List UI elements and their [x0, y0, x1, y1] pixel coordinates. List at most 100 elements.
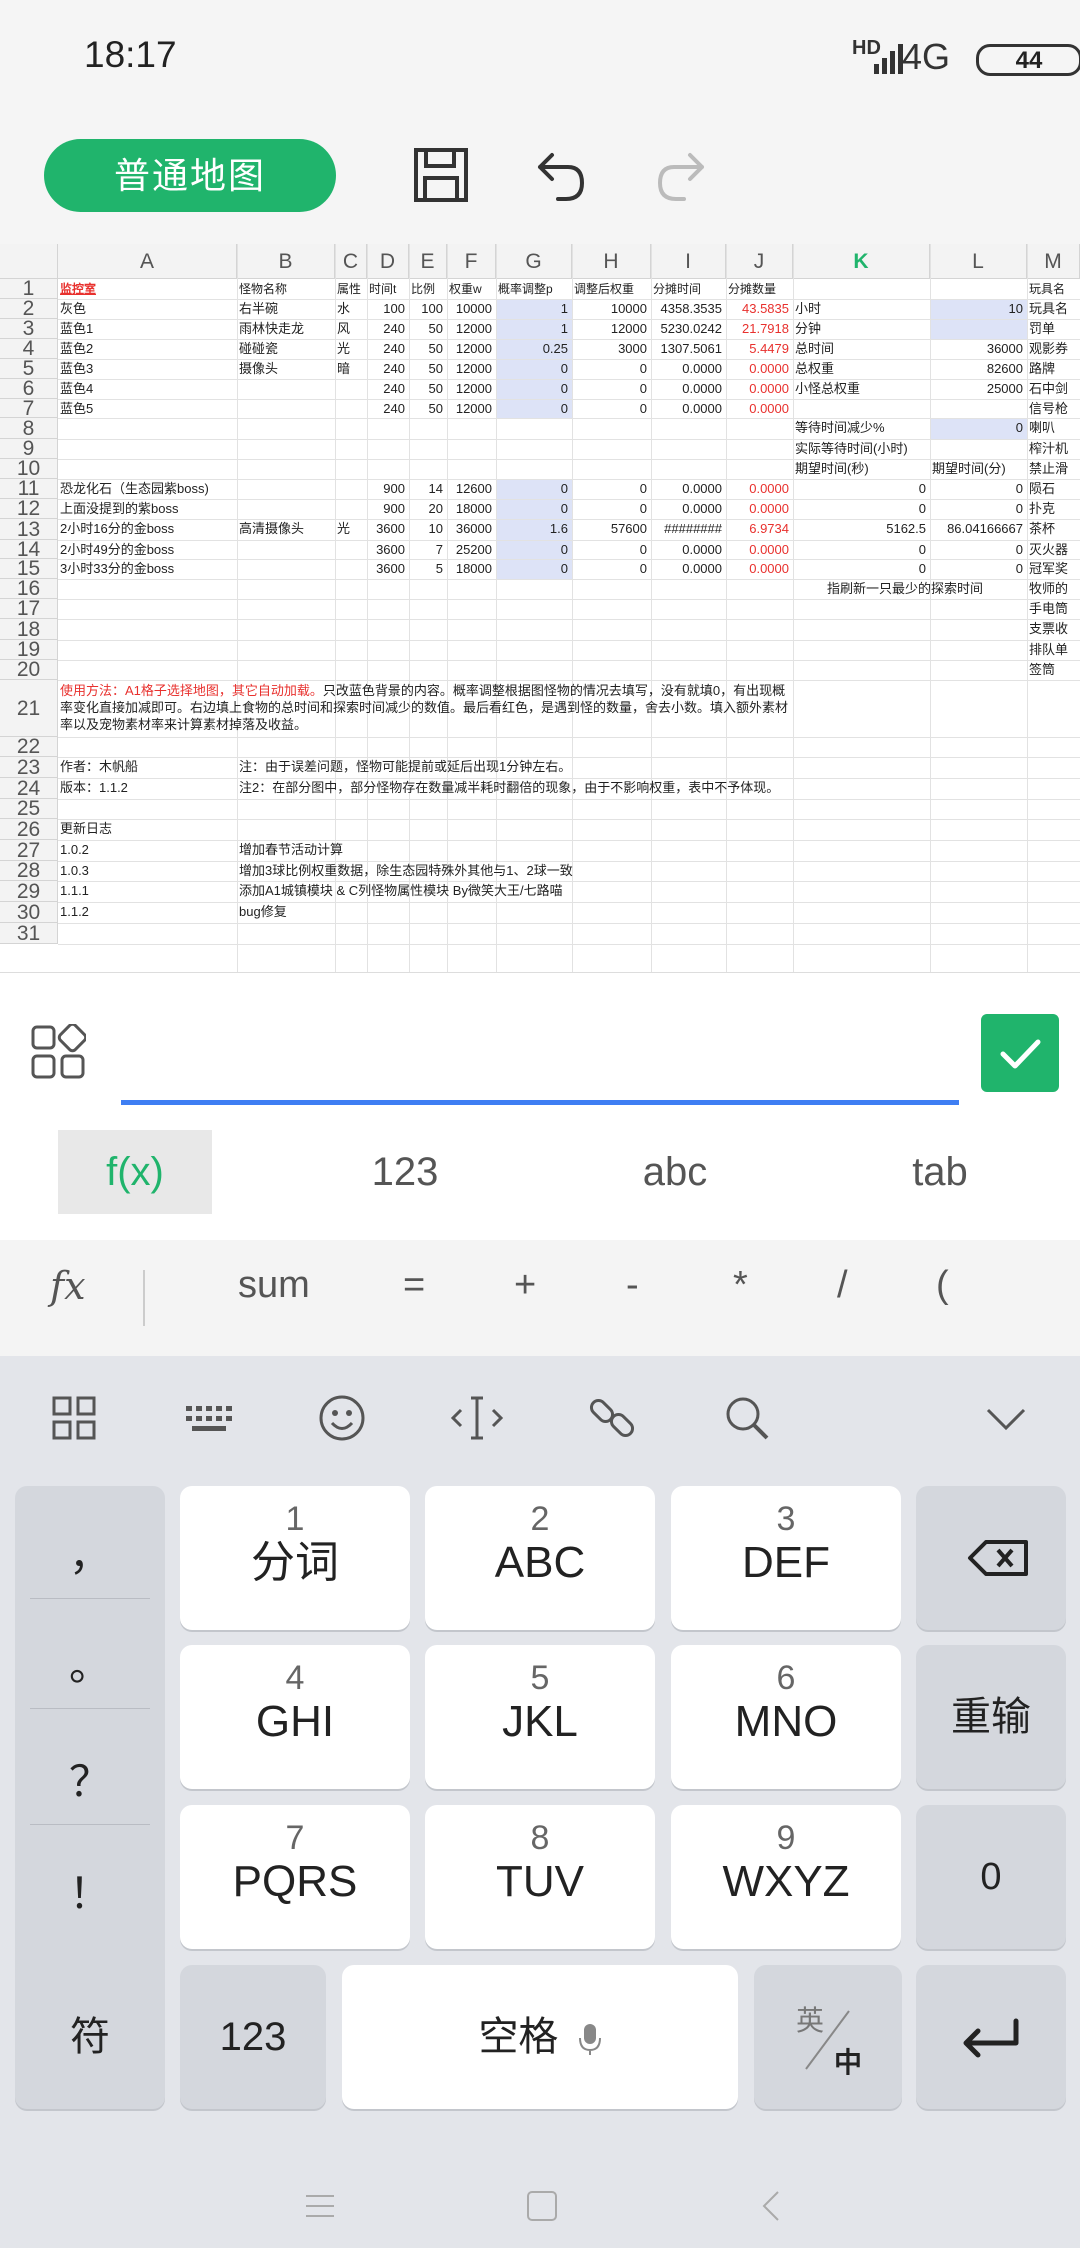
- undo-icon[interactable]: [530, 145, 590, 205]
- cell[interactable]: 0.0000: [728, 359, 791, 379]
- row-header-19[interactable]: 19: [0, 639, 58, 660]
- cell[interactable]: 石中剑: [1029, 379, 1078, 399]
- cell[interactable]: 0: [574, 359, 649, 379]
- cell[interactable]: 0: [795, 479, 928, 499]
- fn-minus[interactable]: -: [626, 1264, 639, 1307]
- cell[interactable]: 82600: [932, 359, 1025, 379]
- cell[interactable]: 总时间: [795, 339, 928, 359]
- row-header-8[interactable]: 8: [0, 418, 58, 439]
- row-header-2[interactable]: 2: [0, 298, 58, 319]
- zero-key[interactable]: 0: [916, 1805, 1066, 1949]
- cell[interactable]: 12000: [449, 359, 494, 379]
- column-header-m[interactable]: M: [1027, 244, 1080, 279]
- row-header-1[interactable]: 1: [0, 278, 58, 299]
- cell[interactable]: 10000: [449, 299, 494, 319]
- key-9[interactable]: 9 WXYZ: [671, 1805, 901, 1949]
- cell[interactable]: 0: [795, 499, 928, 519]
- cell[interactable]: 240: [369, 319, 407, 339]
- cell[interactable]: 雨林快走龙: [239, 319, 333, 339]
- row-header-31[interactable]: 31: [0, 923, 58, 944]
- symbol-key[interactable]: 符: [15, 1965, 165, 2109]
- home-icon[interactable]: [522, 2186, 562, 2226]
- tab-abc[interactable]: abc: [600, 1130, 750, 1214]
- cell[interactable]: 12000: [449, 399, 494, 419]
- cell[interactable]: 分钟: [795, 319, 928, 339]
- cell[interactable]: 240: [369, 379, 407, 399]
- fn-equals[interactable]: =: [403, 1264, 425, 1307]
- formula-input[interactable]: [121, 1100, 959, 1105]
- save-icon[interactable]: [411, 145, 471, 205]
- cell[interactable]: 1: [498, 319, 570, 339]
- cell[interactable]: 0: [498, 379, 570, 399]
- cell[interactable]: 蓝色4: [60, 379, 235, 399]
- row-header-9[interactable]: 9: [0, 438, 58, 459]
- cell[interactable]: 上面没提到的紫boss: [60, 499, 260, 519]
- cell[interactable]: 0: [932, 540, 1025, 560]
- cell[interactable]: 25000: [932, 379, 1025, 399]
- row-header-28[interactable]: 28: [0, 860, 58, 881]
- cell[interactable]: 监控室: [60, 279, 235, 299]
- cell[interactable]: 1: [498, 299, 570, 319]
- row-header-20[interactable]: 20: [0, 659, 58, 680]
- row-header-10[interactable]: 10: [0, 458, 58, 479]
- cell[interactable]: 右半碗: [239, 299, 333, 319]
- cell[interactable]: 摄像头: [239, 359, 333, 379]
- enter-key[interactable]: [916, 1965, 1066, 2109]
- grid-menu-icon[interactable]: [30, 1024, 86, 1080]
- fn-paren[interactable]: (: [936, 1264, 949, 1307]
- cell[interactable]: 20: [411, 499, 445, 519]
- tab-tab[interactable]: tab: [865, 1130, 1015, 1214]
- cell[interactable]: 1307.5061: [653, 339, 724, 359]
- cell[interactable]: 期望时间(秒): [795, 459, 928, 479]
- cell[interactable]: 57600: [574, 519, 649, 539]
- tab-fx[interactable]: f(x): [58, 1130, 212, 1214]
- cell[interactable]: 0.0000: [728, 559, 791, 579]
- cell[interactable]: 0.0000: [728, 479, 791, 499]
- cell[interactable]: 12000: [574, 319, 649, 339]
- cell[interactable]: 36000: [449, 519, 494, 539]
- cell[interactable]: 作者：木帆船: [60, 757, 235, 777]
- cell[interactable]: 注2：在部分图中，部分怪物存在数量减半耗时翻倍的现象，由于不影响权重，表中不予体…: [239, 778, 939, 798]
- cell[interactable]: 0: [932, 499, 1025, 519]
- cell[interactable]: 更新日志: [60, 819, 235, 839]
- cell[interactable]: 属性: [337, 279, 365, 299]
- cell[interactable]: 240: [369, 339, 407, 359]
- cell[interactable]: 光: [337, 519, 365, 539]
- cell[interactable]: 0: [574, 479, 649, 499]
- cell[interactable]: 18000: [449, 559, 494, 579]
- cell[interactable]: 50: [411, 399, 445, 419]
- cell[interactable]: 灰色: [60, 299, 235, 319]
- cell[interactable]: 注：由于误差问题，怪物可能提前或延后出现1分钟左右。: [239, 757, 939, 777]
- fn-plus[interactable]: +: [514, 1264, 536, 1307]
- cell[interactable]: 怪物名称: [239, 279, 333, 299]
- cell[interactable]: 使用方法：A1格子选择地图，其它自动加载。只改蓝色背景的内容。概率调整根据图怪物…: [60, 682, 791, 737]
- row-header-30[interactable]: 30: [0, 902, 58, 923]
- cell[interactable]: 3600: [369, 559, 407, 579]
- cell[interactable]: 0: [574, 499, 649, 519]
- key-4[interactable]: 4 GHI: [180, 1645, 410, 1789]
- cell[interactable]: 25200: [449, 540, 494, 560]
- redo-icon[interactable]: [652, 145, 712, 205]
- cell[interactable]: 50: [411, 379, 445, 399]
- cell[interactable]: 调整后权重: [574, 279, 649, 299]
- cell[interactable]: 喇叭: [1029, 418, 1078, 438]
- cell[interactable]: 14: [411, 479, 445, 499]
- cell[interactable]: 0: [932, 479, 1025, 499]
- cell[interactable]: 等待时间减少%: [795, 418, 928, 438]
- cell[interactable]: 1.1.2: [60, 902, 235, 922]
- corner-cell[interactable]: [0, 244, 58, 279]
- cell[interactable]: 添加A1城镇模块 & C列怪物属性模块 By微笑大王/七路喵: [239, 881, 839, 901]
- cell[interactable]: 0.0000: [653, 540, 724, 560]
- row-header-18[interactable]: 18: [0, 619, 58, 640]
- cell[interactable]: 蓝色1: [60, 319, 235, 339]
- cell[interactable]: 蓝色3: [60, 359, 235, 379]
- column-header-k[interactable]: K: [793, 244, 930, 279]
- cell[interactable]: 50: [411, 319, 445, 339]
- cell[interactable]: 100: [411, 299, 445, 319]
- cell[interactable]: 1.0.3: [60, 861, 235, 881]
- cell[interactable]: 0: [795, 540, 928, 560]
- row-header-23[interactable]: 23: [0, 757, 58, 778]
- cell[interactable]: 0: [795, 559, 928, 579]
- cell[interactable]: 支票收: [1029, 619, 1078, 639]
- column-header-c[interactable]: C: [335, 244, 367, 279]
